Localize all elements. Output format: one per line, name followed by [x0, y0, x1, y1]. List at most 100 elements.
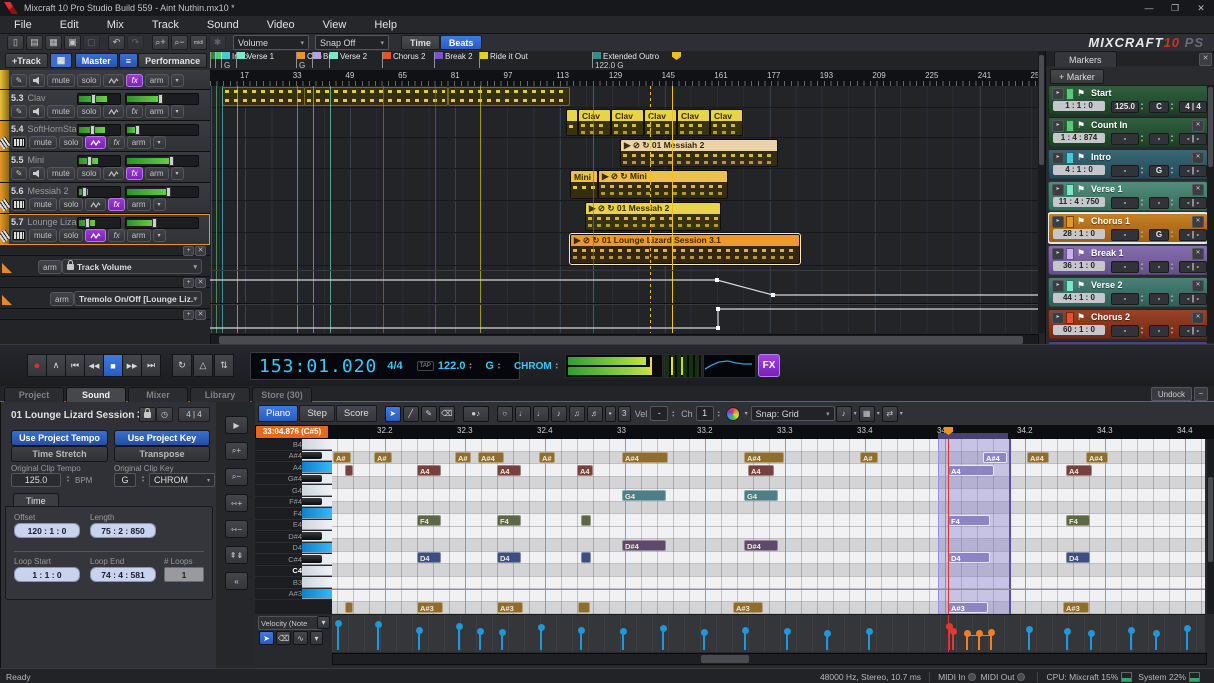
automation-type-dropdown[interactable]: Volume▾ — [233, 35, 309, 50]
piano-key[interactable] — [302, 474, 332, 485]
add-lane-button[interactable]: + — [183, 278, 194, 288]
track-chevron-icon[interactable]: ▾ — [171, 167, 184, 180]
marker-meter-field[interactable]: - | - — [1179, 165, 1207, 177]
undock-button[interactable]: Undock — [1151, 387, 1192, 401]
time-mode-button[interactable]: Time — [401, 35, 440, 50]
velocity-stem[interactable] — [501, 635, 503, 650]
piano-key[interactable] — [302, 543, 332, 554]
fx-button[interactable]: fx — [108, 229, 124, 242]
use-project-key-button[interactable]: Use Project Key — [114, 430, 210, 446]
timeline-flag-icon[interactable] — [435, 52, 443, 59]
marker-card-chorus-1[interactable]: ▸⚑Chorus 1✕28 : 1 : 0-▲▼G▲▼- | - — [1048, 213, 1208, 243]
delete-marker-button[interactable]: ✕ — [1192, 280, 1204, 292]
pan-slider[interactable] — [77, 124, 121, 136]
track-row-5.6[interactable]: 5.6Messiah 2mutesolofxarm▾ — [0, 183, 210, 214]
midi-note-G4[interactable]: G4 — [744, 490, 778, 501]
menu-file[interactable]: File — [0, 19, 46, 31]
scale-spinner[interactable]: ▲▼ — [555, 362, 559, 370]
marker-card-break-1[interactable]: ▸⚑Break 1✕36 : 1 : 0-▲▼-▲▼- | - — [1048, 245, 1208, 275]
piano-key-row-Cs4[interactable]: C#4 — [255, 554, 332, 566]
tempo-spinner[interactable]: ▲▼ — [1139, 325, 1145, 335]
duration-button-0[interactable]: ○ — [497, 406, 513, 422]
midi-note-A4[interactable]: A4 — [948, 465, 994, 476]
metronome-button[interactable]: △ — [193, 354, 213, 377]
triplet-button[interactable]: 3 — [618, 406, 631, 422]
marker-color-swatch[interactable] — [1066, 88, 1074, 100]
loop-mode-button[interactable]: ↻ — [172, 354, 192, 377]
record-button[interactable]: ● — [27, 354, 47, 377]
automation-icon[interactable] — [103, 105, 124, 118]
midi-note-As3[interactable]: A#3 — [733, 602, 763, 613]
piano-key[interactable] — [302, 520, 332, 531]
marker-key-field[interactable]: - — [1149, 325, 1169, 337]
draw-tool[interactable]: ╱ — [403, 406, 419, 422]
settings-gear-icon[interactable]: ✱ — [209, 35, 226, 50]
midi-note-D4[interactable]: D4 — [948, 552, 990, 563]
audio-clip[interactable]: ▶ ⊘ ↻ 01 Messiah 2 — [620, 139, 778, 167]
clip-meter-button[interactable]: 4 | 4 — [178, 407, 210, 422]
marker-color-swatch[interactable] — [1066, 152, 1074, 164]
orig-tempo-spinner[interactable]: ▲▼ — [66, 475, 70, 483]
velocity-stem[interactable] — [1028, 632, 1030, 650]
midi-note-As4[interactable]: A#4 — [744, 452, 784, 463]
zoom-out-button[interactable]: ⌕− — [225, 468, 248, 486]
piano-key[interactable] — [302, 451, 332, 462]
solo-button[interactable]: solo — [77, 105, 102, 118]
velocity-stem[interactable] — [377, 627, 379, 650]
menu-view[interactable]: View — [309, 19, 361, 31]
automation-icon[interactable] — [85, 229, 106, 242]
midi-note-Ds4[interactable]: D#4 — [744, 540, 778, 551]
clip-area[interactable]: ClavClavClavClavClav▶ ⊘ ↻ 01 Messiah 2Mi… — [210, 86, 1045, 333]
expand-marker-button[interactable]: ▸ — [1052, 216, 1064, 228]
piano-key-row-Fs4[interactable]: F#4 — [255, 497, 332, 509]
timeline-flag-icon[interactable] — [222, 52, 230, 59]
arm-button[interactable]: arm — [145, 74, 169, 87]
velocity-stem[interactable] — [662, 631, 664, 650]
close-button[interactable]: ✕ — [1188, 3, 1214, 14]
rewind-button[interactable]: ◀◀ — [84, 354, 104, 377]
duration-button-2[interactable]: ♩ — [533, 406, 549, 422]
velocity-erase-tool[interactable]: ⌫ — [276, 631, 291, 645]
master-fx-button[interactable]: FX — [758, 354, 780, 377]
piano-key[interactable] — [302, 439, 332, 450]
chevron-down-icon[interactable]: ▾ — [877, 410, 880, 417]
marker-key-field[interactable]: G — [1149, 229, 1169, 241]
velocity-spinner[interactable]: ▲▼ — [671, 410, 675, 418]
grid-settings-icon[interactable]: ▦ — [859, 406, 875, 422]
arm-button[interactable]: arm — [127, 229, 151, 242]
open-project-icon[interactable]: ▤ — [26, 35, 43, 50]
midi-clip[interactable] — [448, 87, 570, 106]
velocity-stem[interactable] — [1155, 636, 1157, 650]
lane-arm-button[interactable]: arm — [50, 292, 74, 306]
track-row-5.7[interactable]: 5.7Lounge Lizard...mutesolofxarm▾ — [0, 214, 210, 245]
duration-button-1[interactable]: ♩ — [515, 406, 531, 422]
arrangement-track-lane[interactable]: ▶ ⊘ ↻ 01 Lounge Lizard Session 3.1 — [210, 233, 1045, 266]
zoom-in-button[interactable]: ⌕+ — [225, 442, 248, 460]
piano-roll-hscrollbar[interactable] — [332, 653, 1207, 665]
automation-envelope[interactable] — [210, 270, 1045, 302]
midi-note-A4[interactable]: A4 — [497, 465, 521, 476]
velocity-stem[interactable] — [703, 635, 705, 650]
solo-button[interactable]: solo — [59, 136, 84, 149]
time-stretch-button[interactable]: Time Stretch — [11, 446, 108, 462]
draw-icon[interactable]: ✎ — [11, 74, 27, 87]
marker-tempo-field[interactable]: - — [1111, 325, 1139, 337]
marker-color-swatch[interactable] — [1066, 280, 1074, 292]
marker-meter-field[interactable]: - | - — [1179, 229, 1207, 241]
note-color-wheel-icon[interactable] — [726, 407, 740, 421]
add-marker-button[interactable]: + Marker — [1050, 69, 1104, 84]
midi-note-A4[interactable]: A4 — [748, 465, 774, 476]
piano-key-row-Gs4[interactable]: G#4 — [255, 474, 332, 486]
arm-button[interactable]: arm — [127, 198, 151, 211]
key-spinner[interactable]: ▲▼ — [497, 362, 501, 370]
velocity-stem[interactable] — [580, 633, 582, 650]
add-track-button[interactable]: +Track — [5, 53, 48, 68]
time-position-display[interactable]: 153:01.020 — [259, 356, 377, 377]
snap-dropdown[interactable]: Snap Off▾ — [315, 35, 389, 50]
mute-button[interactable]: mute — [47, 105, 75, 118]
use-project-tempo-button[interactable]: Use Project Tempo — [11, 430, 108, 446]
playhead-flag-icon[interactable] — [672, 52, 681, 60]
piano-key[interactable] — [302, 462, 332, 473]
transpose-button[interactable]: Transpose — [114, 446, 210, 462]
marker-key-field[interactable]: G — [1149, 165, 1169, 177]
